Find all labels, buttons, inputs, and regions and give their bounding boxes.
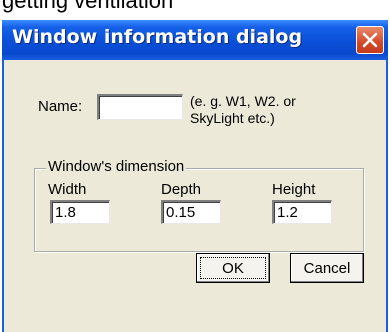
close-icon <box>362 32 378 48</box>
depth-input[interactable] <box>161 200 221 224</box>
window-information-dialog: Window information dialog Name: (e. g. W… <box>2 20 388 332</box>
dialog-title: Window information dialog <box>12 26 303 48</box>
width-input[interactable] <box>50 200 110 224</box>
name-label: Name: <box>38 98 83 115</box>
name-hint-line-2: SkyLight etc.) <box>190 110 275 126</box>
title-bar[interactable]: Window information dialog <box>2 20 388 60</box>
background-text: getting ventilation <box>2 0 174 13</box>
name-input[interactable] <box>97 94 183 120</box>
window-dimension-legend: Window's dimension <box>46 158 187 175</box>
height-label: Height <box>272 181 316 198</box>
close-button[interactable] <box>356 26 384 54</box>
depth-label: Depth <box>161 181 202 198</box>
name-hint-line-1: (e. g. W1, W2. or <box>190 93 296 109</box>
ok-button[interactable]: OK <box>196 253 270 283</box>
cancel-button[interactable]: Cancel <box>290 253 364 283</box>
height-input[interactable] <box>272 200 332 224</box>
width-label: Width <box>48 181 87 198</box>
